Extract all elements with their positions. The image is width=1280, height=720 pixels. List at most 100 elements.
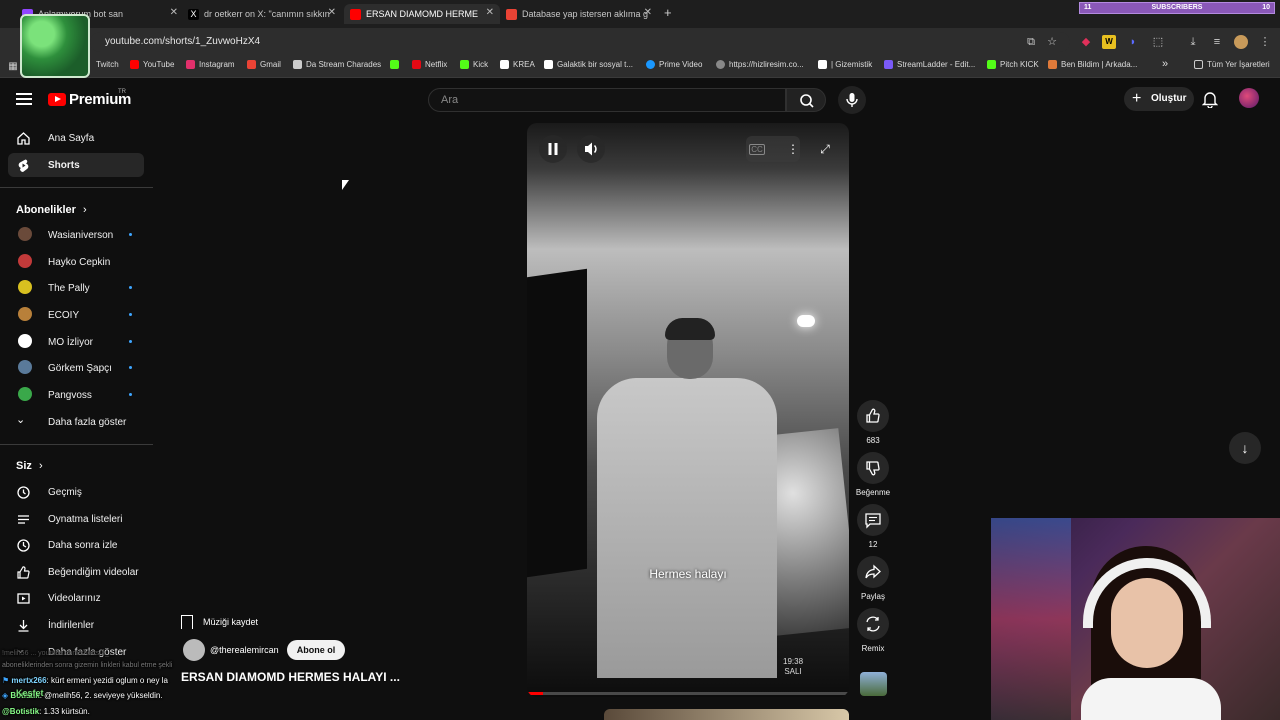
account-avatar[interactable] bbox=[1239, 88, 1259, 108]
tab-close-icon[interactable]: ✕ bbox=[328, 7, 336, 18]
volume-button[interactable] bbox=[577, 135, 605, 163]
voice-search-button[interactable] bbox=[838, 86, 866, 114]
share-action[interactable]: Paylaş bbox=[857, 556, 889, 601]
bookmark-hizliresim[interactable]: https://hizliresim.co... bbox=[716, 60, 804, 69]
sidebar-show-more-subscriptions[interactable]: ⌄ Daha fazla göster bbox=[8, 410, 144, 434]
bookmarks-overflow-button[interactable]: » bbox=[1162, 58, 1168, 70]
bookmark-krea[interactable]: KREA bbox=[500, 60, 535, 69]
sidebar-item-gorkem-sapci[interactable]: Görkem Şapçı bbox=[8, 356, 144, 380]
sidebar-item-mo-izliyor[interactable]: MO İzliyor bbox=[8, 330, 144, 354]
sidebar-item-liked-videos[interactable]: Beğendiğim videolar bbox=[8, 560, 144, 584]
tab-close-icon[interactable]: ✕ bbox=[644, 7, 652, 18]
bookmark-charades[interactable]: Da Stream Charades bbox=[293, 60, 381, 69]
remix-icon[interactable] bbox=[857, 608, 889, 640]
comment-count: 12 bbox=[868, 540, 878, 549]
bookmark-prime-video[interactable]: Prime Video bbox=[646, 60, 702, 69]
url-field[interactable]: youtube.com/shorts/1_ZuvwoHzX4 bbox=[90, 32, 1070, 52]
bookmark-netflix[interactable]: Netflix bbox=[412, 60, 447, 69]
channel-avatar[interactable] bbox=[183, 639, 205, 661]
youtube-premium-logo[interactable]: Premium TR bbox=[48, 89, 131, 108]
all-bookmarks[interactable]: Tüm Yer İşaretleri bbox=[1194, 60, 1270, 69]
profile-icon[interactable] bbox=[1234, 35, 1248, 49]
search-input[interactable]: Ara bbox=[428, 88, 786, 112]
extension-icon[interactable]: ◆ bbox=[1079, 35, 1093, 49]
comment-icon[interactable] bbox=[857, 504, 889, 536]
shorts-video-player[interactable]: CC ⋮ ⤢ Hermes halayı 19:38 SALI bbox=[527, 123, 849, 697]
download-icon[interactable]: ⤓ bbox=[1186, 35, 1200, 49]
bookmark-star-icon[interactable]: ☆ bbox=[1045, 35, 1059, 49]
you-heading[interactable]: Siz › bbox=[16, 460, 43, 472]
comments-action[interactable]: 12 bbox=[857, 504, 889, 549]
tab-search-icon[interactable]: ≡ bbox=[1210, 35, 1224, 49]
share-icon[interactable] bbox=[857, 556, 889, 588]
bookmark-twitch[interactable]: Twitch bbox=[96, 60, 119, 69]
fullscreen-icon[interactable]: ⤢ bbox=[813, 137, 837, 161]
sidebar-item-watch-later[interactable]: Daha sonra izle bbox=[8, 533, 144, 557]
puzzle-icon[interactable]: ⬚ bbox=[1151, 35, 1165, 49]
cast-icon[interactable]: ⧉ bbox=[1024, 35, 1038, 49]
bookmark-ben-bildim[interactable]: Ben Bildim | Arkada... bbox=[1048, 60, 1137, 69]
tab-close-icon[interactable]: ✕ bbox=[486, 7, 494, 18]
short-title[interactable]: ERSAN DIAMOMD HERMES HALAYI ... bbox=[181, 670, 400, 684]
sidebar-item-home[interactable]: Ana Sayfa bbox=[8, 126, 144, 150]
you-heading-label: Siz bbox=[16, 460, 32, 472]
bookmark-kick-icon-only[interactable] bbox=[390, 60, 403, 69]
sidebar-item-shorts[interactable]: Shorts bbox=[8, 153, 144, 177]
channel-name[interactable]: @therealemircan bbox=[210, 645, 279, 655]
sidebar-item-wasianiverson[interactable]: Wasianiverson bbox=[8, 223, 144, 247]
pause-button[interactable] bbox=[539, 135, 567, 163]
search-button[interactable] bbox=[786, 88, 826, 112]
notifications-bell-icon[interactable] bbox=[1202, 90, 1218, 108]
chat-message: : kürt ermeni yezidi oglum o ney la bbox=[46, 676, 168, 685]
tab-2[interactable]: X dr oetkerr on X: "canımın sıkkın ✕ bbox=[188, 4, 340, 24]
thumbs-up-icon[interactable] bbox=[857, 400, 889, 432]
more-options-icon[interactable]: ⋮ bbox=[781, 137, 805, 161]
sidebar-item-history[interactable]: Geçmiş bbox=[8, 480, 144, 504]
sidebar-item-pangvoss[interactable]: Pangvoss bbox=[8, 383, 144, 407]
sidebar-item-label: Daha fazla göster bbox=[48, 416, 127, 428]
thumbs-down-icon[interactable] bbox=[857, 452, 889, 484]
save-music-button[interactable]: Müziği kaydet bbox=[181, 612, 258, 632]
tab-3-active[interactable]: ERSAN DIAMOMD HERME ✕ bbox=[344, 4, 500, 24]
history-icon bbox=[17, 486, 30, 499]
sidebar-item-playlists[interactable]: Oynatma listeleri bbox=[8, 507, 144, 531]
extension-icon[interactable]: ◗ bbox=[1126, 35, 1140, 49]
sidebar-item-downloads[interactable]: İndirilenler bbox=[8, 613, 144, 637]
download-icon bbox=[18, 620, 29, 632]
menu-icon[interactable] bbox=[16, 93, 32, 105]
tab-4[interactable]: Database yap istersen aklıma g ✕ bbox=[506, 4, 656, 24]
tab-close-icon[interactable]: ✕ bbox=[170, 7, 178, 18]
remix-action[interactable]: Remix bbox=[857, 608, 889, 653]
sidebar-item-the-pally[interactable]: The Pally bbox=[8, 276, 144, 300]
bookmark-instagram[interactable]: Instagram bbox=[186, 60, 235, 69]
like-action[interactable]: 683 bbox=[857, 400, 889, 445]
audio-source-thumbnail[interactable] bbox=[860, 672, 887, 696]
bookmark-pitch-kick[interactable]: Pitch KICK bbox=[987, 60, 1039, 69]
extension-icon[interactable]: W bbox=[1102, 35, 1116, 49]
subscribe-button[interactable]: Abone ol bbox=[287, 640, 345, 660]
chevron-down-icon: ⌄ bbox=[16, 414, 26, 426]
sidebar-item-label: Görkem Şapçı bbox=[48, 362, 112, 374]
create-button[interactable]: + Oluştur bbox=[1124, 87, 1194, 111]
bookmark-gizemistik[interactable]: | Gizemistik bbox=[818, 60, 872, 69]
sidebar-item-your-videos[interactable]: Videolarınız bbox=[8, 586, 144, 610]
chat-line: ⚑ mertx266: kürt ermeni yezidi oglum o n… bbox=[2, 676, 168, 685]
closed-captions-button[interactable]: CC bbox=[749, 144, 765, 155]
next-short-button[interactable]: ↓ bbox=[1229, 432, 1261, 464]
bookmark-kick[interactable]: Kick bbox=[460, 60, 488, 69]
dislike-action[interactable]: Beğenme bbox=[856, 452, 890, 497]
new-tab-button[interactable]: + bbox=[664, 5, 672, 20]
subscriptions-heading[interactable]: Abonelikler › bbox=[16, 204, 87, 216]
youtube-favicon-icon bbox=[350, 8, 361, 20]
sidebar-item-hayko-cepkin[interactable]: Hayko Cepkin bbox=[8, 250, 144, 274]
menu-dots-icon[interactable]: ⋮ bbox=[1258, 35, 1272, 49]
apps-grid-icon[interactable]: ▦ bbox=[6, 60, 20, 74]
bookmark-youtube[interactable]: YouTube bbox=[130, 60, 174, 69]
bookmark-streamladder[interactable]: StreamLadder - Edit... bbox=[884, 60, 975, 69]
kick-icon bbox=[390, 60, 399, 69]
bookmark-gmail[interactable]: Gmail bbox=[247, 60, 281, 69]
sidebar-item-ecoiy[interactable]: ECOIY bbox=[8, 303, 144, 327]
video-progress-bar[interactable] bbox=[527, 692, 849, 695]
sidebar-item-label: Pangvoss bbox=[48, 389, 92, 401]
bookmark-galaktik[interactable]: Galaktik bir sosyal t... bbox=[544, 60, 633, 69]
